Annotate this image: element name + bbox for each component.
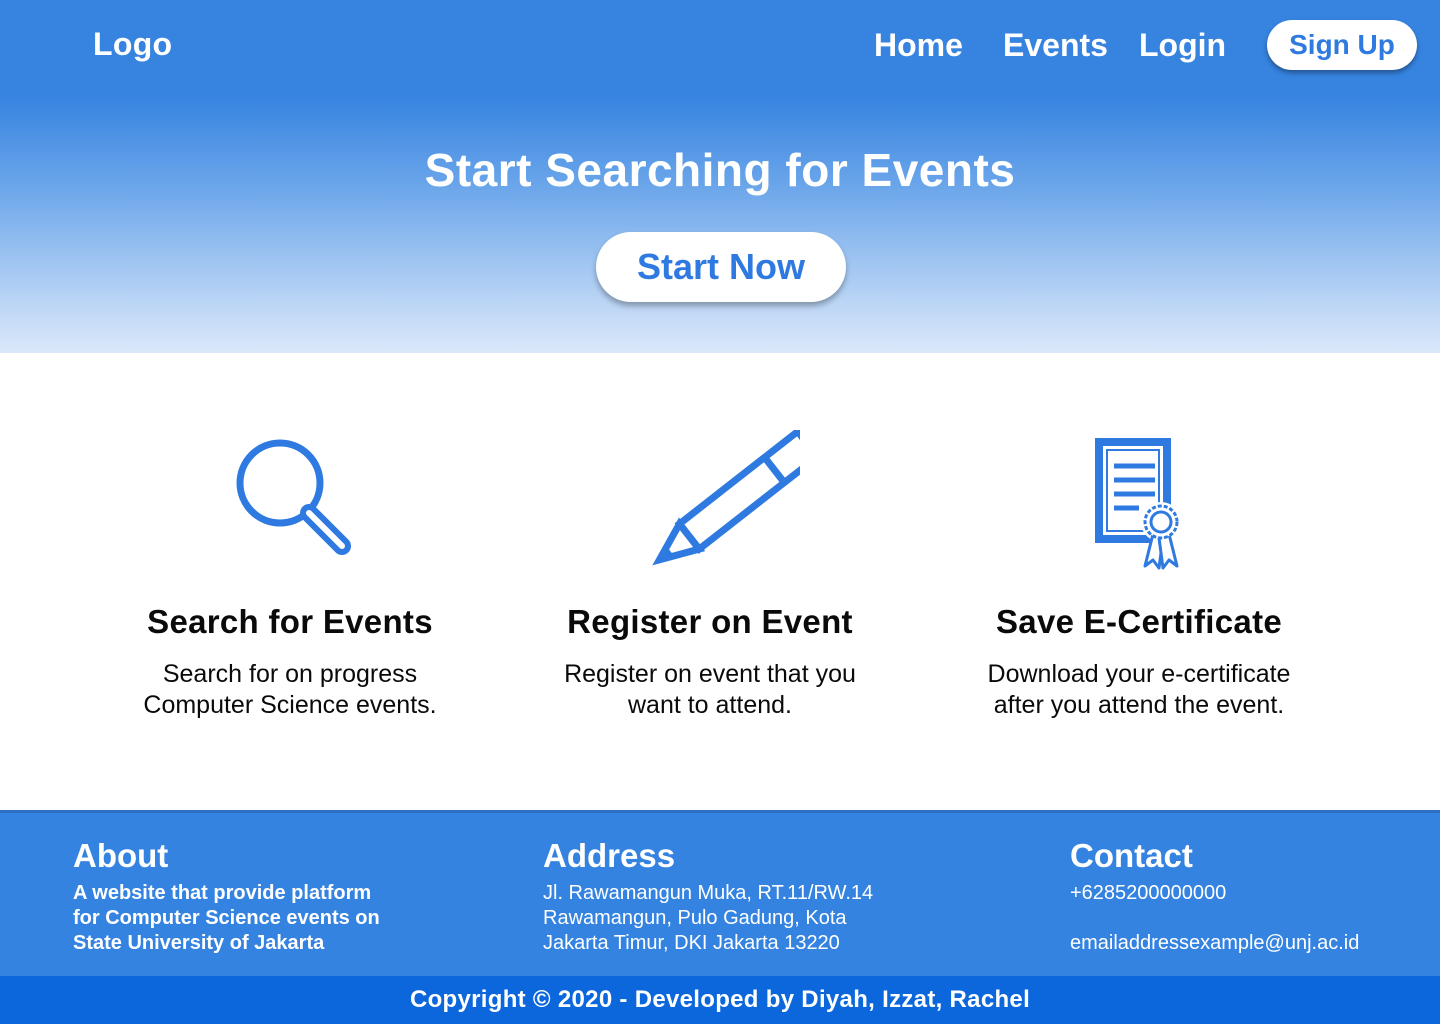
footer-contact-heading: Contact bbox=[1070, 837, 1193, 874]
footer-address-line: Jakarta Timur, DKI Jakarta 13220 bbox=[543, 932, 840, 954]
site-logo[interactable]: Logo bbox=[93, 26, 172, 63]
feature-title: Register on Event bbox=[567, 603, 853, 640]
nav-login-link[interactable]: Login bbox=[1139, 27, 1226, 64]
footer-address-heading: Address bbox=[543, 837, 676, 874]
footer-about-line: for Computer Science events on bbox=[73, 907, 380, 929]
feature-description-line: Register on event that you bbox=[564, 660, 856, 688]
feature-description-line: Computer Science events. bbox=[143, 691, 437, 719]
footer-about: About A website that provide platform fo… bbox=[73, 837, 380, 956]
feature-title: Save E-Certificate bbox=[995, 603, 1283, 640]
start-now-button[interactable]: Start Now bbox=[596, 232, 846, 302]
nav-home-link[interactable]: Home bbox=[874, 27, 963, 64]
feature-search: Search for Events Search for on progress… bbox=[80, 430, 500, 721]
feature-description-line: after you attend the event. bbox=[993, 691, 1285, 719]
footer-about-line: A website that provide platform bbox=[73, 882, 372, 904]
footer-address-line: Jl. Rawamangun Muka, RT.11/RW.14 bbox=[543, 882, 874, 904]
feature-description: Register on event that you want to atten… bbox=[500, 659, 920, 721]
magnifier-icon bbox=[236, 439, 351, 555]
certificate-icon bbox=[1095, 438, 1181, 570]
feature-description-line: want to attend. bbox=[627, 691, 792, 719]
signup-button[interactable]: Sign Up bbox=[1267, 20, 1417, 70]
footer-phone[interactable]: +6285200000000 bbox=[1070, 881, 1359, 906]
footer-about-line: State University of Jakarta bbox=[73, 932, 325, 954]
feature-description-line: Search for on progress bbox=[162, 660, 418, 688]
footer: About A website that provide platform fo… bbox=[0, 810, 1440, 976]
copyright-bar: Copyright © 2020 - Developed by Diyah, I… bbox=[0, 976, 1440, 1024]
hero-section: Logo Home Events Login Sign Up Start Sea… bbox=[0, 0, 1440, 353]
feature-description-line: Download your e-certificate bbox=[987, 660, 1291, 688]
pencil-icon bbox=[652, 430, 800, 566]
footer-about-heading: About bbox=[73, 837, 169, 874]
feature-description: Search for on progress Computer Science … bbox=[80, 659, 500, 721]
feature-title: Search for Events bbox=[147, 603, 433, 640]
footer-address-line: Rawamangun, Pulo Gadung, Kota bbox=[543, 907, 847, 929]
footer-email-link[interactable]: emailaddressexample@unj.ac.id bbox=[1070, 931, 1359, 956]
nav-events-link[interactable]: Events bbox=[1003, 27, 1108, 64]
feature-register: Register on Event Register on event that… bbox=[500, 430, 920, 721]
feature-description: Download your e-certificate after you at… bbox=[929, 659, 1349, 721]
feature-certificate: Save E-Certificate Download your e-certi… bbox=[929, 430, 1349, 721]
hero-title: Start Searching for Events bbox=[424, 144, 1016, 196]
footer-address: Address Jl. Rawamangun Muka, RT.11/RW.14… bbox=[543, 837, 873, 956]
footer-contact: Contact +6285200000000 emailaddressexamp… bbox=[1070, 837, 1359, 956]
